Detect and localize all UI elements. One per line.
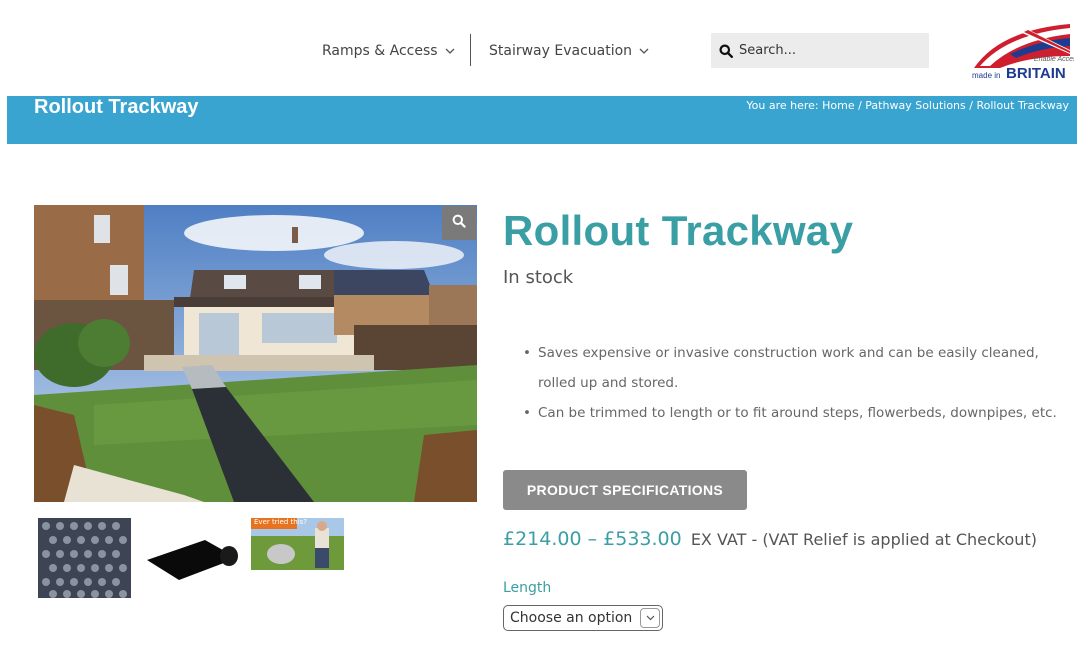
stock-status: In stock bbox=[503, 267, 574, 288]
product-main-image[interactable] bbox=[34, 205, 477, 502]
product-page: Ramps & Access Stairway Evacuation Searc… bbox=[0, 0, 1077, 649]
product-thumbnail-texture[interactable] bbox=[38, 518, 131, 598]
search-input[interactable] bbox=[739, 43, 919, 58]
length-select[interactable]: Choose an option bbox=[503, 605, 663, 631]
chevron-down-icon bbox=[445, 46, 455, 57]
page-title: Rollout Trackway bbox=[34, 96, 199, 118]
nav-item-label: Stairway Evacuation bbox=[489, 43, 633, 59]
feature-item: Saves expensive or invasive construction… bbox=[520, 338, 1060, 398]
chevron-down-icon bbox=[640, 608, 660, 628]
product-title: Rollout Trackway bbox=[503, 207, 854, 254]
chevron-down-icon bbox=[639, 46, 649, 57]
nav-divider bbox=[470, 34, 471, 66]
length-select-value: Choose an option bbox=[510, 610, 633, 626]
product-specifications-button[interactable]: PRODUCT SPECIFICATIONS bbox=[503, 470, 747, 510]
breadcrumb: You are here: Home / Pathway Solutions /… bbox=[746, 99, 1069, 112]
product-thumbnail-video[interactable]: Ever tried this? bbox=[251, 518, 344, 570]
search-icon[interactable] bbox=[719, 43, 735, 59]
price-range: £214.00 – £533.00 bbox=[503, 528, 682, 550]
zoom-button[interactable] bbox=[442, 206, 476, 240]
page-title-bar: Rollout Trackway You are here: Home / Pa… bbox=[7, 96, 1077, 144]
search-box[interactable] bbox=[711, 33, 929, 68]
breadcrumb-link-home[interactable]: Home bbox=[822, 99, 854, 112]
thumbnail-caption: Ever tried this? bbox=[254, 518, 308, 526]
feature-item: Can be trimmed to length or to fit aroun… bbox=[520, 398, 1060, 428]
nav-item-ramps-access[interactable]: Ramps & Access bbox=[322, 36, 455, 66]
site-header: Ramps & Access Stairway Evacuation Searc… bbox=[0, 0, 1077, 96]
vat-note: EX VAT - (VAT Relief is applied at Check… bbox=[690, 530, 1037, 549]
length-label: Length bbox=[503, 580, 552, 596]
feature-list: Saves expensive or invasive construction… bbox=[520, 338, 1060, 428]
breadcrumb-current: Rollout Trackway bbox=[976, 99, 1069, 112]
nav-item-label: Ramps & Access bbox=[322, 43, 438, 59]
price-row: £214.00 – £533.00 EX VAT - (VAT Relief i… bbox=[503, 528, 1037, 550]
product-thumbnail-roll[interactable] bbox=[145, 518, 238, 598]
magnifier-icon bbox=[452, 214, 466, 233]
svg-text:BRITAIN: BRITAIN bbox=[1006, 65, 1066, 82]
breadcrumb-prefix: You are here: bbox=[746, 99, 823, 112]
svg-text:Enable Access: Enable Access bbox=[1034, 56, 1074, 63]
made-in-britain-logo[interactable]: Enable Access made in BRITAIN bbox=[970, 20, 1077, 82]
breadcrumb-link-pathway-solutions[interactable]: Pathway Solutions bbox=[865, 99, 965, 112]
svg-text:made in: made in bbox=[972, 71, 1000, 80]
nav-item-stairway-evacuation[interactable]: Stairway Evacuation bbox=[489, 36, 649, 66]
